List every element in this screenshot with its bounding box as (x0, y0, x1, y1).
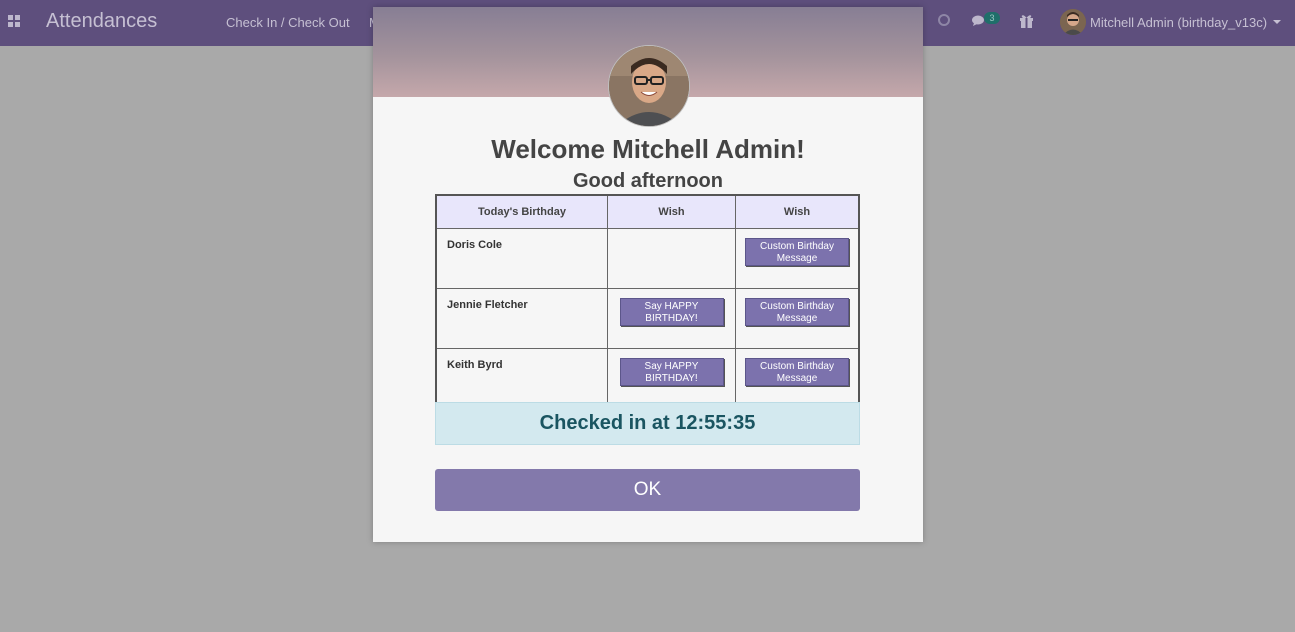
chat-count-badge: 3 (984, 12, 1000, 24)
employee-name: Doris Cole (435, 228, 608, 289)
custom-birthday-message-button[interactable]: Custom Birthday Message (745, 298, 849, 326)
employee-name: Jennie Fletcher (435, 288, 608, 349)
menu-check-in-check-out[interactable]: Check In / Check Out (226, 15, 350, 30)
user-avatar[interactable] (1060, 9, 1086, 35)
say-happy-birthday-button[interactable]: Say HAPPY BIRTHDAY! (619, 298, 724, 326)
column-header-wish: Wish (735, 194, 860, 229)
app-title[interactable]: Attendances (46, 10, 157, 33)
gift-icon[interactable] (1019, 13, 1034, 28)
table-row: Jennie Fletcher Say HAPPY BIRTHDAY! Cust… (435, 288, 860, 349)
apps-icon[interactable] (8, 15, 21, 28)
column-header-todays-birthday: Today's Birthday (435, 194, 608, 229)
table-row: Keith Byrd Say HAPPY BIRTHDAY! Custom Bi… (435, 348, 860, 410)
welcome-heading: Welcome Mitchell Admin! (491, 134, 805, 164)
greeting-text: Good afternoon (573, 170, 723, 192)
employee-name: Keith Byrd (435, 348, 608, 410)
welcome-dialog: Welcome Mitchell Admin! Good afternoon T… (373, 7, 923, 542)
birthday-table: Today's Birthday Wish Wish Doris Cole Cu… (435, 194, 860, 410)
empty-wish-cell (607, 228, 736, 289)
column-header-wish: Wish (607, 194, 736, 229)
say-happy-birthday-button[interactable]: Say HAPPY BIRTHDAY! (619, 358, 724, 386)
custom-birthday-message-button[interactable]: Custom Birthday Message (745, 238, 849, 266)
table-row: Doris Cole Custom Birthday Message (435, 228, 860, 289)
ok-button[interactable]: OK (435, 469, 860, 511)
checked-in-status: Checked in at 12:55:35 (435, 402, 860, 445)
chevron-down-icon[interactable] (1273, 20, 1281, 24)
custom-birthday-message-button[interactable]: Custom Birthday Message (745, 358, 849, 386)
clock-icon[interactable] (938, 14, 950, 26)
user-name[interactable]: Mitchell Admin (birthday_v13c) (1090, 15, 1267, 30)
employee-avatar (608, 45, 690, 127)
